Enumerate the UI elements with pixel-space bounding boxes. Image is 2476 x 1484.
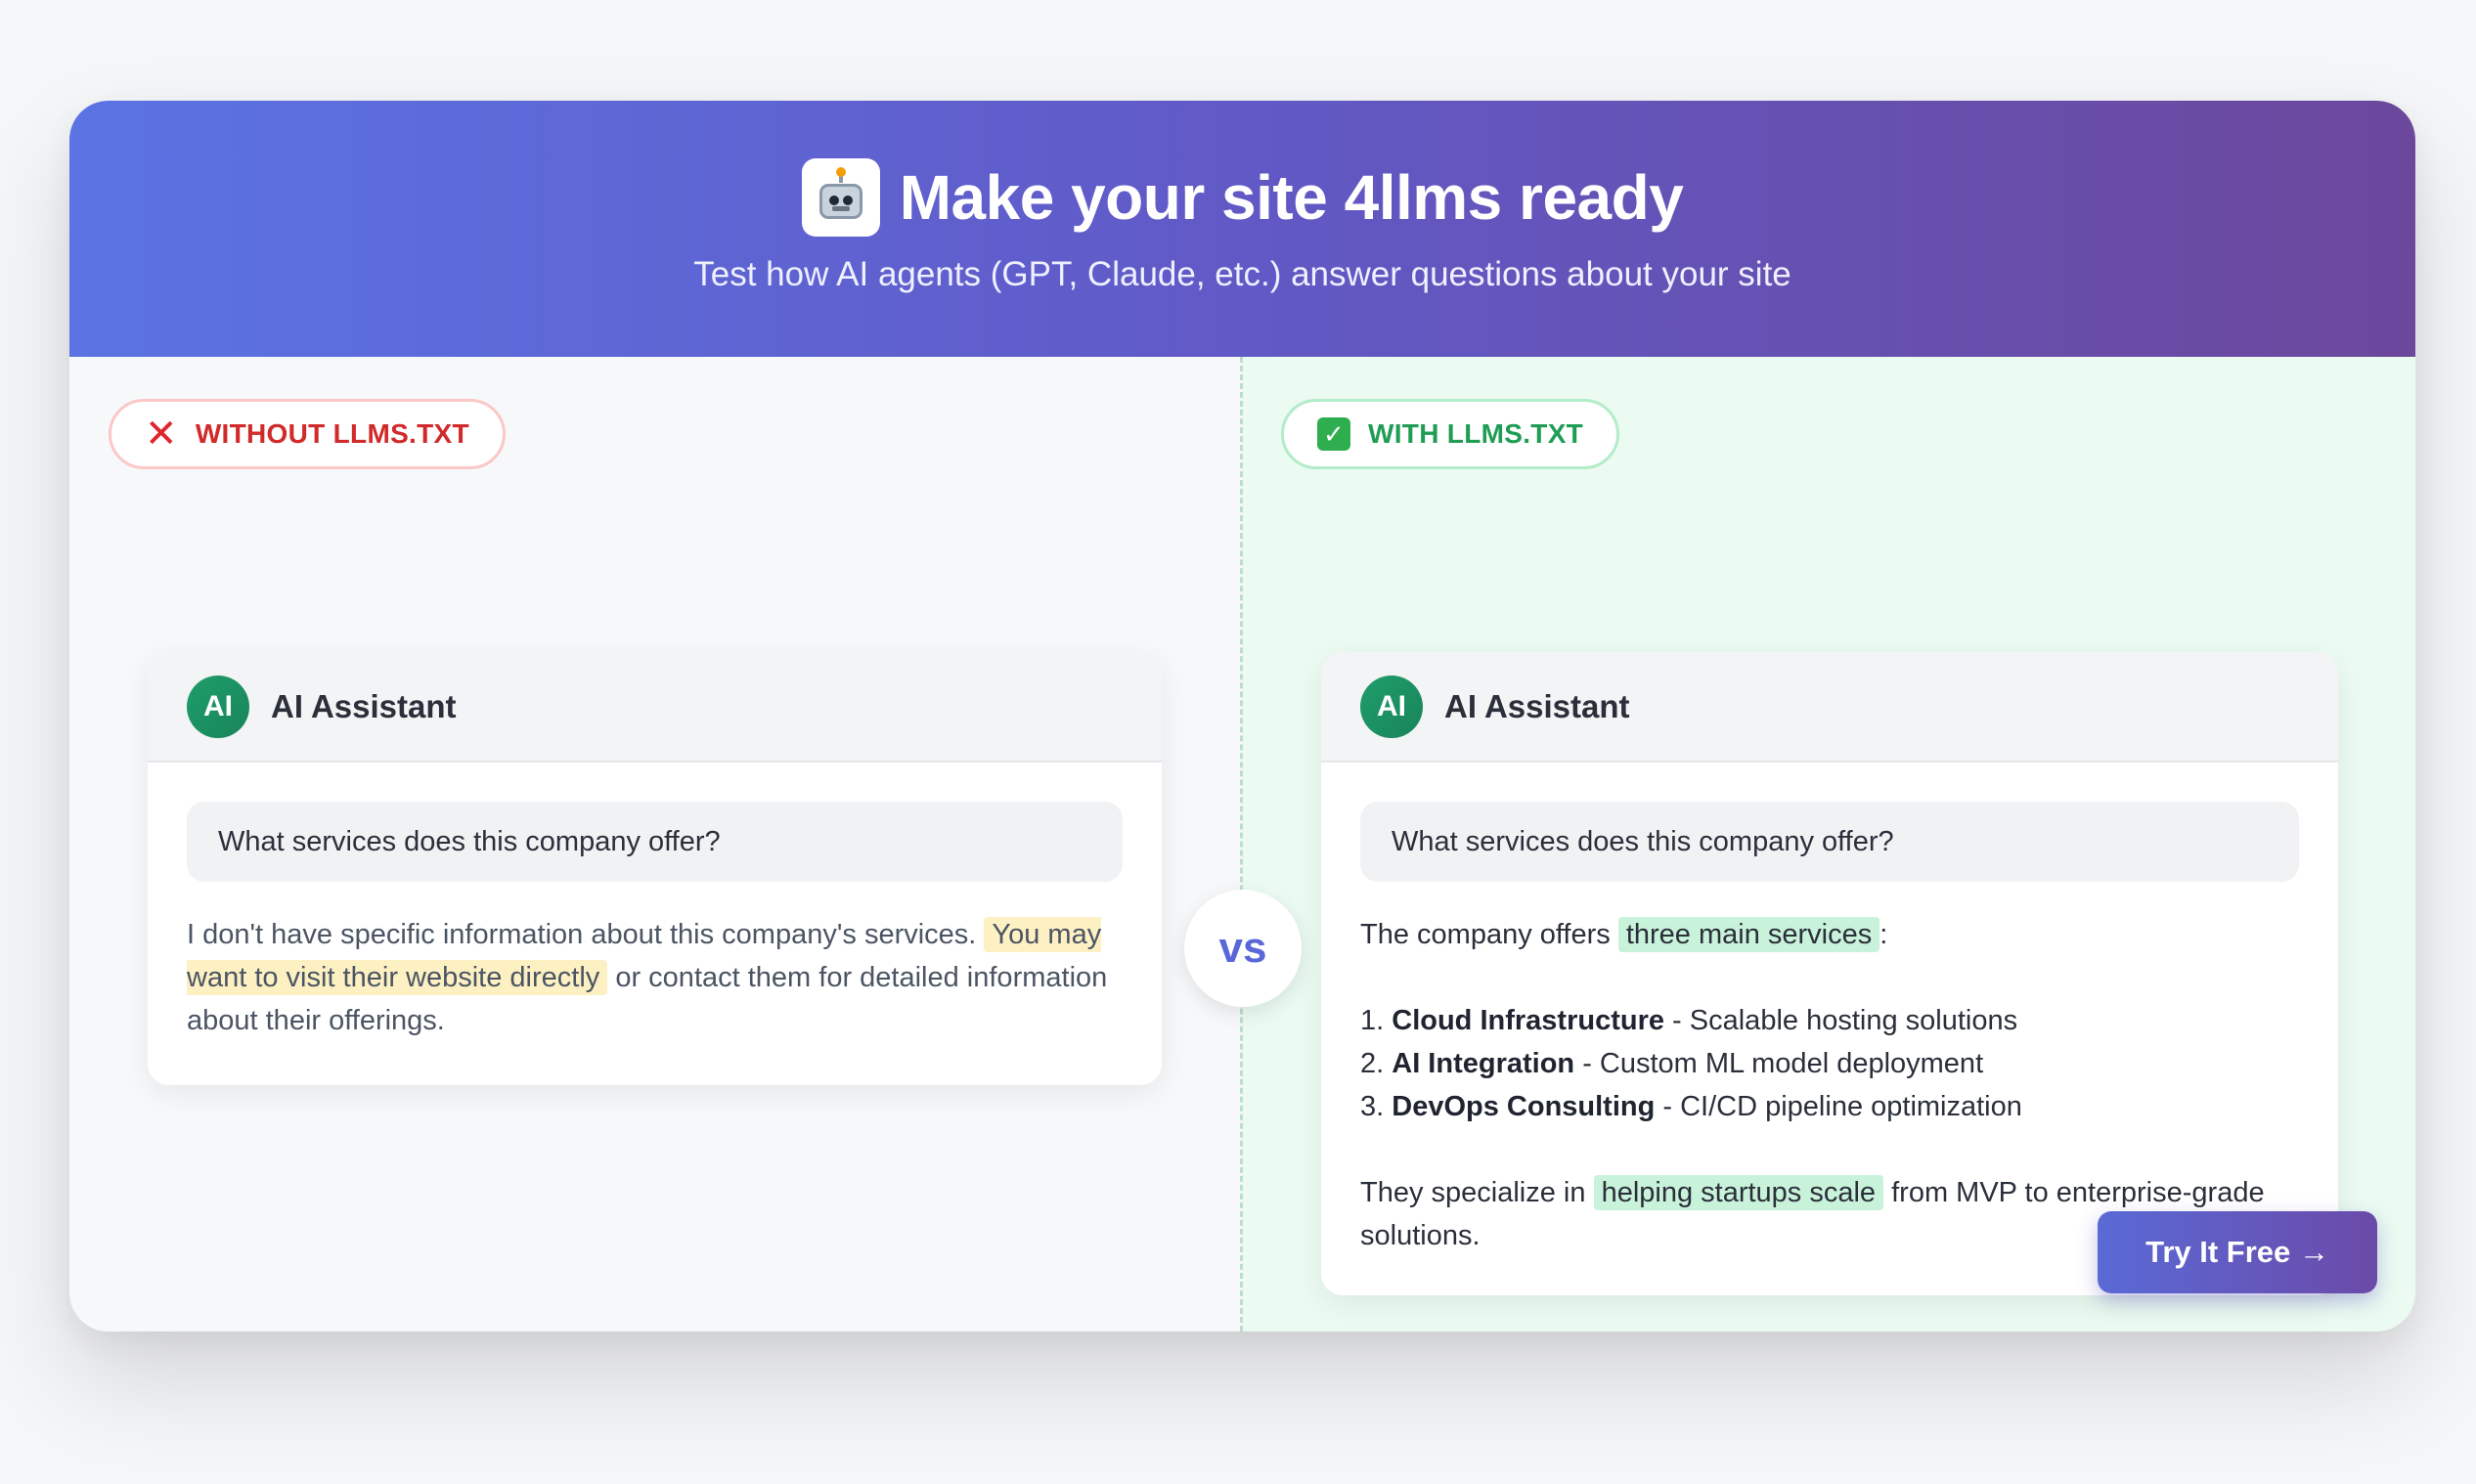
badge-without-label: WITHOUT LLMS.TXT <box>195 418 469 449</box>
robot-icon <box>801 158 880 237</box>
chat-body: What services does this company offer? T… <box>1321 763 2338 1257</box>
services-list: 1. Cloud Infrastructure - Scalable hosti… <box>1360 999 2299 1128</box>
user-question: What services does this company offer? <box>1360 802 2299 882</box>
vs-badge: vs <box>1184 890 1302 1007</box>
ai-answer-intro: The company offers three main services: <box>1360 917 1888 952</box>
hero-banner: Make your site 4llms ready Test how AI a… <box>69 101 2415 357</box>
chat-window-with: AI AI Assistant What services does this … <box>1321 652 2338 1295</box>
badge-without-llms: ✕ WITHOUT LLMS.TXT <box>109 399 506 469</box>
hero-title-row: Make your site 4llms ready <box>69 158 2415 237</box>
page-subtitle: Test how AI agents (GPT, Claude, etc.) a… <box>693 255 1791 293</box>
panel-divider <box>1240 357 1243 1331</box>
comparison-card: Make your site 4llms ready Test how AI a… <box>69 101 2415 1331</box>
page-title: Make your site 4llms ready <box>899 162 1684 233</box>
badge-with-llms: ✓ WITH LLMS.TXT <box>1281 399 1620 469</box>
assistant-name: AI Assistant <box>271 687 457 724</box>
chat-window-without: AI AI Assistant What services does this … <box>148 652 1162 1085</box>
check-mark-icon: ✓ <box>1317 417 1350 451</box>
assistant-name: AI Assistant <box>1444 687 1630 724</box>
list-item: 3. DevOps Consulting - CI/CD pipeline op… <box>1360 1091 2022 1122</box>
answer-highlight: helping startups scale <box>1593 1175 1884 1210</box>
chat-header: AI AI Assistant <box>1321 652 2338 763</box>
chat-body: What services does this company offer? I… <box>148 763 1162 1042</box>
chat-header: AI AI Assistant <box>148 652 1162 763</box>
list-item: 2. AI Integration - Custom ML model depl… <box>1360 1048 1984 1079</box>
ai-avatar: AI <box>187 675 249 738</box>
ai-avatar: AI <box>1360 675 1423 738</box>
answer-highlight: three main services <box>1617 917 1880 952</box>
comparison-panels: ✕ WITHOUT LLMS.TXT ✓ WITH LLMS.TXT AI AI… <box>69 357 2415 1331</box>
cross-mark-icon: ✕ <box>145 413 178 456</box>
ai-answer: I don't have specific information about … <box>187 917 1108 1036</box>
badge-with-label: WITH LLMS.TXT <box>1368 418 1584 449</box>
list-item: 1. Cloud Infrastructure - Scalable hosti… <box>1360 1005 2018 1036</box>
try-it-free-button[interactable]: Try It Free → <box>2098 1211 2377 1293</box>
user-question: What services does this company offer? <box>187 802 1123 882</box>
